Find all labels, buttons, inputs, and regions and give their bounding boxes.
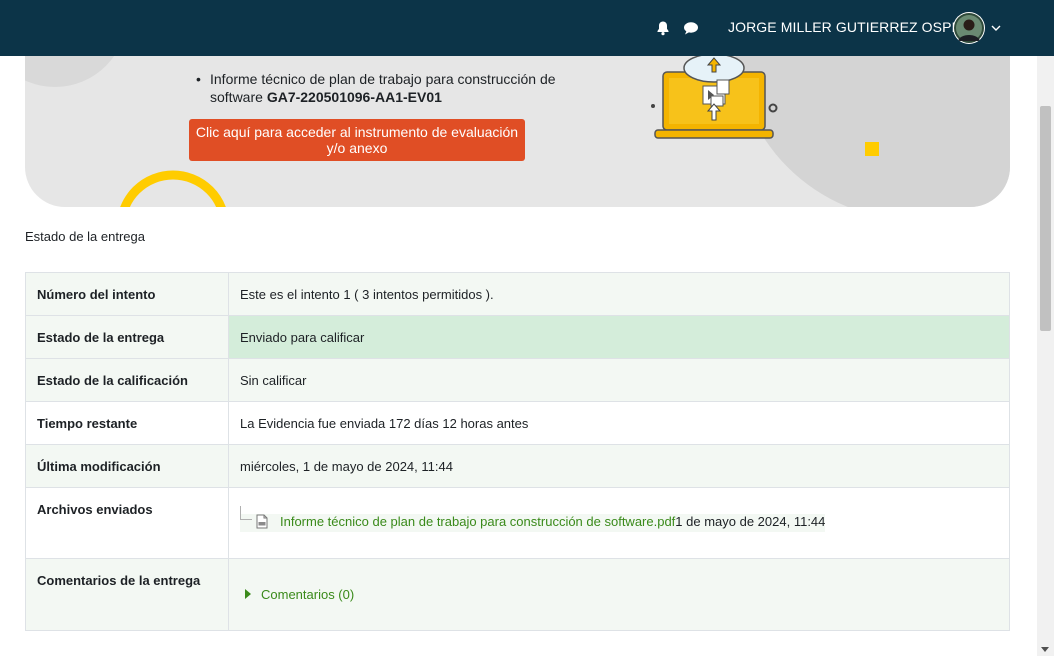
upload-laptop-illustration [651,53,778,139]
submission-status-table: Número del intento Este es el intento 1 … [25,272,1010,631]
section-title: Estado de la entrega [25,229,145,244]
table-row: Tiempo restante La Evidencia fue enviada… [25,401,1010,445]
file-date: 1 de mayo de 2024, 11:44 [675,514,826,529]
attempt-label: Número del intento [25,272,229,316]
bell-icon[interactable] [655,20,671,36]
attempt-value: Este es el intento 1 ( 3 intentos permit… [228,272,1010,316]
comments-toggle-label[interactable]: Comentarios (0) [261,587,354,602]
page-scrollbar[interactable] [1037,56,1054,656]
grading-status-value: Sin calificar [228,358,1010,402]
submission-status-value: Enviado para calificar [228,315,1010,359]
activity-banner: • Informe técnico de plan de trabajo par… [25,30,1010,207]
last-modified-label: Última modificación [25,444,229,488]
time-remaining-label: Tiempo restante [25,401,229,445]
avatar[interactable] [953,12,985,44]
deliverable-item: • Informe técnico de plan de trabajo par… [196,70,610,106]
submission-comments-label: Comentarios de la entrega [25,558,229,631]
time-remaining-value: La Evidencia fue enviada 172 días 12 hor… [228,401,1010,445]
evaluation-instrument-button[interactable]: Clic aquí para acceder al instrumento de… [189,119,525,161]
chevron-down-icon[interactable] [991,24,1001,32]
table-row: Estado de la calificación Sin calificar [25,358,1010,402]
table-row: Última modificación miércoles, 1 de mayo… [25,444,1010,488]
submission-status-label: Estado de la entrega [25,315,229,359]
comments-toggle[interactable]: Comentarios (0) [240,587,354,602]
pdf-file-icon [256,514,268,529]
caret-right-icon [245,589,251,599]
submitted-file-link[interactable]: Informe técnico de plan de trabajo para … [280,514,675,529]
submitted-files-label: Archivos enviados [25,487,229,559]
grading-status-label: Estado de la calificación [25,358,229,402]
top-navbar: JORGE MILLER GUTIERREZ OSPINA [0,0,1054,56]
file-entry: Informe técnico de plan de trabajo para … [240,506,826,532]
scroll-down-arrow[interactable] [1041,647,1049,652]
table-row: Estado de la entrega Enviado para califi… [25,315,1010,359]
deliverable-code: GA7-220501096-AA1-EV01 [266,89,442,105]
submitted-files-cell: Informe técnico de plan de trabajo para … [228,487,1010,559]
tree-connector [240,506,252,520]
chat-icon[interactable] [683,20,699,36]
scrollbar-thumb[interactable] [1040,106,1051,331]
bullet-icon: • [196,71,201,87]
table-row: Archivos enviados Informe técnico de pla… [25,487,1010,559]
table-row: Comentarios de la entrega Comentarios (0… [25,558,1010,631]
submission-comments-cell: Comentarios (0) [228,558,1010,631]
last-modified-value: miércoles, 1 de mayo de 2024, 11:44 [228,444,1010,488]
user-name[interactable]: JORGE MILLER GUTIERREZ OSPINA [728,19,975,35]
table-row: Número del intento Este es el intento 1 … [25,272,1010,316]
deliverable-list: • Informe técnico de plan de trabajo par… [196,70,610,106]
